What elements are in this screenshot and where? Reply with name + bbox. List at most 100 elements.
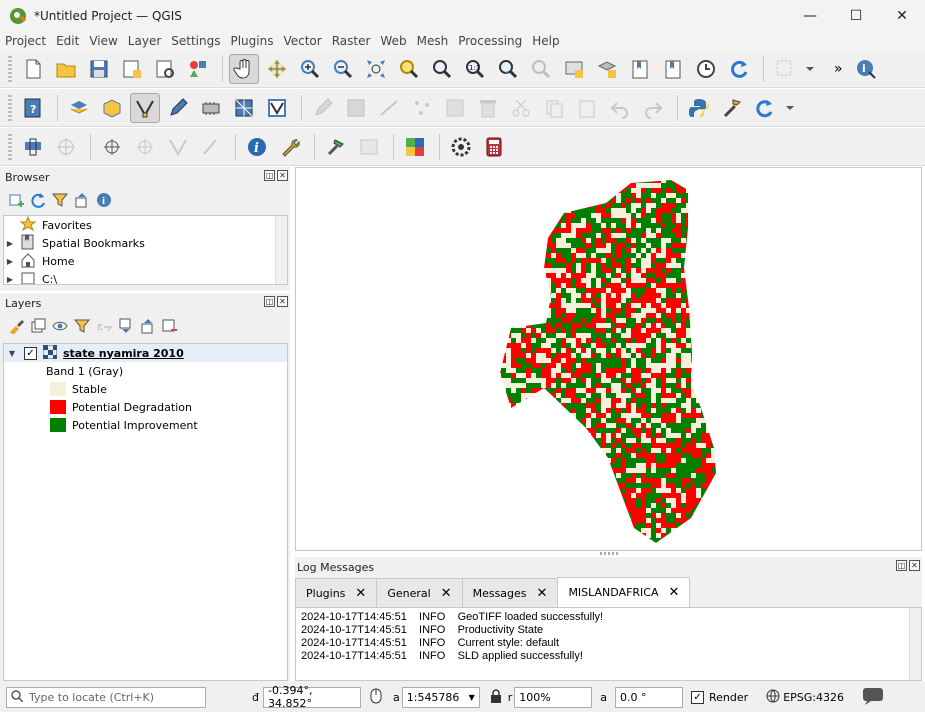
identify-help-icon[interactable]: i: [851, 54, 881, 84]
lock-icon[interactable]: [490, 688, 502, 706]
open-project-icon[interactable]: [51, 54, 81, 84]
new-layer-icon[interactable]: [64, 93, 94, 123]
close-tab-icon[interactable]: ✕: [537, 586, 548, 601]
menu-settings[interactable]: Settings: [166, 34, 225, 48]
layout-manager-icon[interactable]: [150, 54, 180, 84]
maximize-button[interactable]: ☐: [833, 0, 879, 32]
splitter-handle[interactable]: [600, 552, 620, 555]
browser-item-c-drive[interactable]: ▶ C:\: [4, 270, 287, 284]
float-panel-button[interactable]: ◫: [264, 170, 275, 181]
zoom-out-icon[interactable]: [328, 54, 358, 84]
menu-processing[interactable]: Processing: [453, 34, 527, 48]
new-print-layout-icon[interactable]: [117, 54, 147, 84]
trace-tool-icon[interactable]: [196, 132, 226, 162]
menu-project[interactable]: Project: [0, 34, 51, 48]
vertex-tool-icon[interactable]: [407, 93, 437, 123]
zoom-in-icon[interactable]: [295, 54, 325, 84]
float-panel-button[interactable]: ◫: [264, 296, 275, 307]
chevron-down-icon[interactable]: [783, 93, 797, 123]
close-panel-button[interactable]: ✕: [277, 170, 288, 181]
browser-item-home[interactable]: ▶ Home: [4, 252, 287, 270]
float-panel-button[interactable]: ◫: [896, 560, 907, 571]
map-canvas[interactable]: [295, 167, 922, 551]
close-tab-icon[interactable]: ✕: [669, 585, 680, 600]
render-checkbox[interactable]: ✓: [691, 690, 705, 704]
processing-toolbox-icon[interactable]: [717, 93, 747, 123]
magnifier-spinbox[interactable]: 100%: [514, 686, 593, 708]
save-edits-icon[interactable]: [341, 93, 371, 123]
log-text-area[interactable]: 2024-10-17T14:45:51 INFO GeoTIFF loaded …: [295, 607, 922, 681]
python-console-icon[interactable]: [684, 93, 714, 123]
add-group-icon[interactable]: [30, 318, 46, 337]
digitize-vertex-icon[interactable]: [130, 92, 160, 123]
save-project-icon[interactable]: [84, 54, 114, 84]
messages-icon[interactable]: [862, 687, 884, 708]
layer-row[interactable]: ▼ ✓ state nyamira 2010: [4, 344, 287, 362]
close-tab-icon[interactable]: ✕: [441, 586, 452, 601]
globe-icon[interactable]: [766, 689, 780, 706]
zoom-to-layer-icon[interactable]: [427, 54, 457, 84]
close-tab-icon[interactable]: ✕: [355, 586, 366, 601]
menu-vector[interactable]: Vector: [278, 34, 326, 48]
log-scrollbar[interactable]: [909, 608, 921, 680]
new-3d-map-view-icon[interactable]: [592, 54, 622, 84]
wrench-icon[interactable]: [275, 132, 305, 162]
zoom-next-icon[interactable]: [526, 54, 556, 84]
copy-features-icon[interactable]: [539, 93, 569, 123]
zoom-last-icon[interactable]: [493, 54, 523, 84]
expand-arrow-icon[interactable]: ▶: [4, 239, 16, 248]
collapse-arrow-icon[interactable]: ▼: [6, 349, 18, 358]
menu-raster[interactable]: Raster: [327, 34, 376, 48]
toolbar-overflow-button[interactable]: »: [834, 61, 843, 77]
filter-legend-icon[interactable]: [73, 318, 91, 337]
rotation-spinbox[interactable]: 0.0 °: [615, 686, 684, 708]
menu-mesh[interactable]: Mesh: [412, 34, 454, 48]
new-virtual-layer-icon[interactable]: [262, 93, 292, 123]
mouse-icon[interactable]: [369, 688, 383, 707]
style-manager-icon[interactable]: [183, 54, 213, 84]
refresh-icon[interactable]: [724, 54, 754, 84]
close-panel-button[interactable]: ✕: [277, 296, 288, 307]
locate-search-input[interactable]: Type to locate (Ctrl+K): [6, 686, 206, 708]
add-selected-layers-icon[interactable]: [8, 192, 24, 211]
info-icon[interactable]: i: [96, 192, 112, 211]
expand-arrow-icon[interactable]: ▶: [4, 275, 16, 284]
new-temporary-layer-icon[interactable]: [196, 93, 226, 123]
new-mesh-layer-icon[interactable]: [229, 93, 259, 123]
data-source-manager-icon[interactable]: ?: [18, 93, 48, 123]
menu-plugins[interactable]: Plugins: [225, 34, 278, 48]
menu-layer[interactable]: Layer: [123, 34, 166, 48]
edit-pencil-icon[interactable]: [163, 93, 193, 123]
expand-all-icon[interactable]: [118, 318, 134, 337]
show-bookmarks-icon[interactable]: [658, 54, 688, 84]
open-styling-panel-icon[interactable]: [8, 318, 24, 337]
close-button[interactable]: ✕: [879, 0, 925, 32]
new-map-view-icon[interactable]: [559, 54, 589, 84]
manage-visibility-icon[interactable]: [52, 318, 68, 337]
zoom-to-selection-icon[interactable]: [394, 54, 424, 84]
menu-view[interactable]: View: [84, 34, 122, 48]
collapse-all-icon[interactable]: [140, 318, 156, 337]
new-geopackage-layer-icon[interactable]: [97, 93, 127, 123]
select-features-icon[interactable]: [770, 54, 800, 84]
calculator-icon[interactable]: [479, 132, 509, 162]
minimize-button[interactable]: —: [787, 0, 833, 32]
zoom-native-resolution-icon[interactable]: 1:1: [460, 54, 490, 84]
expand-arrow-icon[interactable]: ▶: [4, 257, 16, 266]
crs-button[interactable]: EPSG:4326: [783, 691, 844, 704]
browser-item-favorites[interactable]: Favorites: [4, 216, 287, 234]
browser-scrollbar[interactable]: [275, 216, 287, 284]
remove-layer-icon[interactable]: [162, 318, 178, 337]
snapping-icon[interactable]: [130, 132, 160, 162]
tab-plugins[interactable]: Plugins ✕: [295, 578, 378, 607]
gear-analysis-icon[interactable]: [446, 132, 476, 162]
browser-item-spatial-bookmarks[interactable]: ▶ Spatial Bookmarks: [4, 234, 287, 252]
hammer-tools-icon[interactable]: [321, 132, 351, 162]
pan-map-icon[interactable]: [229, 53, 259, 84]
plugin-reload-icon[interactable]: [750, 93, 780, 123]
filter-icon[interactable]: [51, 192, 69, 211]
redo-icon[interactable]: [638, 93, 668, 123]
menu-help[interactable]: Help: [527, 34, 564, 48]
layer-visibility-checkbox[interactable]: ✓: [24, 346, 37, 360]
chevron-down-icon[interactable]: [803, 54, 817, 84]
